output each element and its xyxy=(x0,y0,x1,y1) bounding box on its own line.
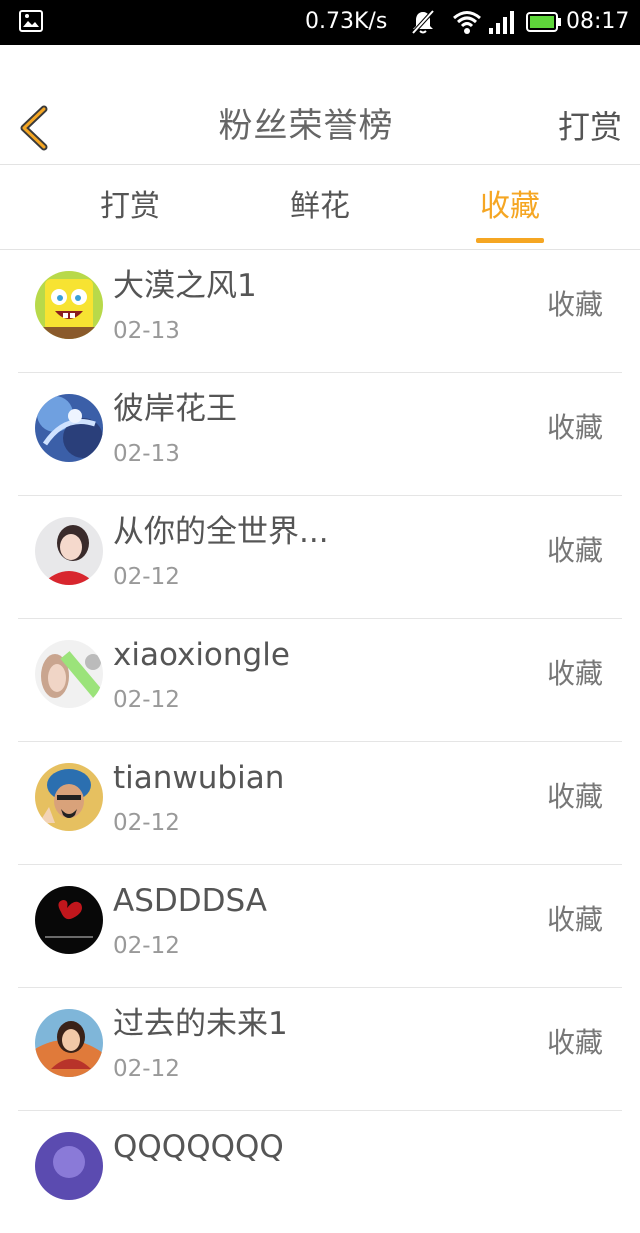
tab-bar: 打赏 鲜花 收藏 xyxy=(0,165,640,250)
avatar xyxy=(35,763,103,831)
fan-name: 彼岸花王 xyxy=(113,391,237,427)
fan-date: 02-12 xyxy=(113,933,180,959)
fan-name: ASDDDSA xyxy=(113,883,267,919)
fan-date: 02-12 xyxy=(113,1056,180,1082)
list-item[interactable]: tianwubian 02-12 收藏 xyxy=(18,742,622,865)
avatar xyxy=(35,271,103,339)
list-item[interactable]: 从你的全世界... 02-12 收藏 xyxy=(18,496,622,619)
list-item[interactable]: 过去的未来1 02-12 收藏 xyxy=(18,988,622,1111)
fan-name: QQQQQQQ xyxy=(113,1129,284,1165)
fan-list: 大漠之风1 02-13 收藏 彼岸花王 02-13 收藏 从你的全世界... 0… xyxy=(0,250,640,1233)
fan-date: 02-12 xyxy=(113,810,180,836)
page-title: 粉丝荣誉榜 xyxy=(218,106,394,146)
tab-favorites[interactable]: 收藏 xyxy=(440,185,580,229)
fan-name: 过去的未来1 xyxy=(113,1006,288,1042)
fan-action: 收藏 xyxy=(546,903,603,936)
fan-date: 02-13 xyxy=(113,441,180,467)
signal-icon xyxy=(489,11,514,34)
list-item[interactable]: xiaoxiongle 02-12 收藏 xyxy=(18,619,622,742)
avatar xyxy=(35,640,103,708)
tab-flowers[interactable]: 鲜花 xyxy=(250,185,390,229)
clock: 08:17 xyxy=(566,9,630,34)
fan-action: 收藏 xyxy=(546,780,603,813)
fan-name: xiaoxiongle xyxy=(113,637,290,673)
active-tab-indicator xyxy=(476,238,544,243)
network-speed: 0.73K/s xyxy=(305,9,388,34)
fan-name: tianwubian xyxy=(113,760,285,796)
fan-name: 从你的全世界... xyxy=(113,514,329,550)
title-bar: 粉丝荣誉榜 打赏 xyxy=(0,45,640,165)
list-item[interactable]: 彼岸花王 02-13 收藏 xyxy=(18,373,622,496)
avatar xyxy=(35,1009,103,1077)
battery-icon xyxy=(526,12,561,32)
gallery-icon xyxy=(19,10,43,32)
list-item[interactable]: QQQQQQQ xyxy=(18,1111,622,1233)
fan-action: 收藏 xyxy=(546,288,603,321)
fan-date: 02-12 xyxy=(113,687,180,713)
fan-date: 02-12 xyxy=(113,564,180,590)
avatar xyxy=(35,886,103,954)
fan-action: 收藏 xyxy=(546,1026,603,1059)
fan-name: 大漠之风1 xyxy=(113,268,257,304)
fan-date: 02-13 xyxy=(113,318,180,344)
bell-muted-icon xyxy=(411,9,435,35)
reward-button[interactable]: 打赏 xyxy=(558,105,622,149)
fan-action: 收藏 xyxy=(546,657,603,690)
wifi-icon xyxy=(453,11,481,34)
fan-action: 收藏 xyxy=(546,534,603,567)
avatar xyxy=(35,394,103,462)
list-item[interactable]: 大漠之风1 02-13 收藏 xyxy=(18,250,622,373)
avatar xyxy=(35,517,103,585)
fan-action: 收藏 xyxy=(546,411,603,444)
tab-reward[interactable]: 打赏 xyxy=(60,185,200,229)
status-bar: 0.73K/s 08:17 xyxy=(0,0,640,45)
avatar xyxy=(35,1132,103,1200)
list-item[interactable]: ASDDDSA 02-12 收藏 xyxy=(18,865,622,988)
